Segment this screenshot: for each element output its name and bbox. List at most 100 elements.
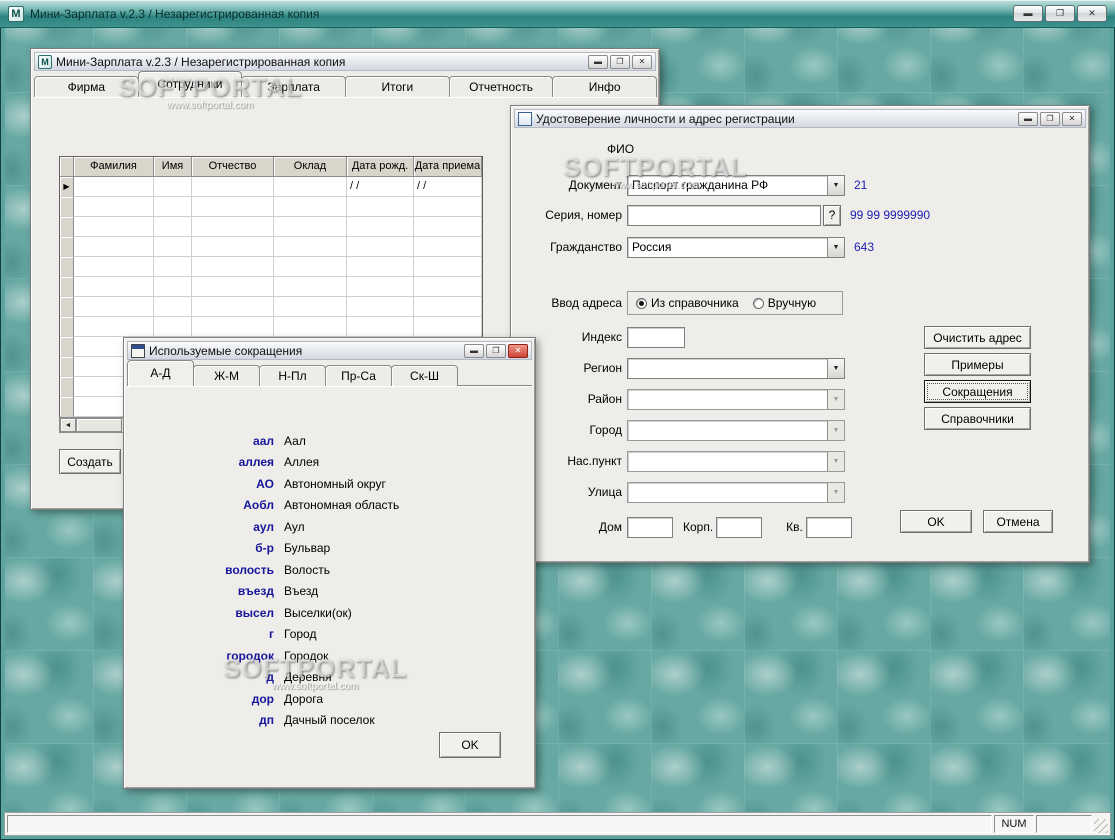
scroll-left-icon[interactable]: ◄	[60, 418, 76, 432]
region-value	[628, 359, 827, 378]
minimize-button[interactable]: ▬	[588, 54, 608, 69]
column-header[interactable]: Имя	[154, 157, 192, 177]
table-cell	[192, 217, 274, 237]
tab-А-Д[interactable]: А-Д	[127, 360, 194, 386]
apartment-input[interactable]	[805, 516, 852, 538]
tab-Зарплата[interactable]: Зарплата	[241, 76, 347, 97]
employees-titlebar[interactable]: M Мини-Зарплата v.2.3 / Незарегистрирова…	[34, 52, 656, 71]
restore-button[interactable]: ❐	[1045, 5, 1075, 22]
tab-Н-Пл[interactable]: Н-Пл	[259, 365, 326, 386]
tab-Ж-М[interactable]: Ж-М	[193, 365, 260, 386]
document-combobox[interactable]: Паспорт гражданина РФ ▼	[627, 174, 845, 196]
chevron-down-icon[interactable]: ▼	[827, 237, 844, 257]
close-button[interactable]: ✕	[1077, 5, 1107, 22]
employees-tabstrip: Фирма Сотрудники Зарплата Итоги Отчетность Ин…	[34, 71, 658, 97]
row-selector-cell	[60, 257, 74, 277]
tab-Отчетность[interactable]: Отчетность	[448, 76, 554, 97]
row-selector-cell	[60, 337, 74, 357]
table-cell	[74, 197, 154, 217]
close-button[interactable]: ✕	[508, 343, 528, 358]
series-number-input[interactable]	[627, 204, 821, 226]
abbreviation-item: дп Дачный поселок	[127, 710, 532, 732]
settlement-row: Нас.пункт ▼	[520, 450, 845, 472]
building-input[interactable]	[716, 516, 763, 538]
minimize-button[interactable]: ▬	[1018, 111, 1038, 126]
building-label: Корп.	[683, 520, 714, 534]
maximize-button[interactable]: ❐	[610, 54, 630, 69]
tab-Итоги[interactable]: Итоги	[345, 76, 450, 97]
table-header-row: Фамилия Имя Отчество Оклад Дата рожд. Дата пр…	[60, 157, 482, 177]
index-input[interactable]	[627, 326, 685, 348]
identity-titlebar[interactable]: Удостоверение личности и адрес регистрац…	[514, 109, 1086, 128]
table-row[interactable]	[60, 277, 482, 297]
maximize-button[interactable]: ❐	[486, 343, 506, 358]
statusbar-panel	[7, 815, 992, 833]
resize-grip-icon[interactable]	[1094, 819, 1108, 833]
table-cell	[414, 297, 482, 317]
column-header[interactable]: Отчество	[192, 157, 274, 177]
employees-window-title: Мини-Зарплата v.2.3 / Незарегистрированн…	[56, 54, 346, 69]
cancel-button[interactable]: Отмена	[983, 510, 1053, 533]
column-header[interactable]: Фамилия	[74, 157, 154, 177]
minimize-button[interactable]: ▬	[1013, 5, 1043, 22]
chevron-down-icon[interactable]: ▼	[827, 175, 844, 195]
desktop: M Мини-Зарплата v.2.3 / Незарегистрирова…	[0, 0, 1115, 840]
radio-manual[interactable]: Вручную	[752, 296, 816, 310]
examples-button[interactable]: Примеры	[924, 353, 1031, 376]
minimize-button[interactable]: ▬	[464, 343, 484, 358]
table-cell	[154, 257, 192, 277]
region-combobox[interactable]: ▼	[627, 357, 845, 379]
column-header[interactable]: Дата рожд.	[347, 157, 414, 177]
table-row[interactable]	[60, 197, 482, 217]
house-input[interactable]	[627, 516, 673, 538]
radio-checked-icon	[636, 297, 647, 309]
abbreviations-button[interactable]: Сокращения	[924, 380, 1031, 403]
table-cell	[274, 317, 347, 337]
table-row[interactable]	[60, 217, 482, 237]
close-button[interactable]: ✕	[1062, 111, 1082, 126]
table-cell	[74, 177, 154, 197]
abbreviation-item: высел Выселки(ок)	[127, 602, 532, 624]
abbreviation-full: Аллея	[284, 455, 320, 470]
radio-from-directory[interactable]: Из справочника	[636, 296, 739, 310]
create-button[interactable]: Создать	[59, 449, 121, 474]
ok-button[interactable]: OK	[900, 510, 972, 533]
clear-address-button[interactable]: Очистить адрес	[924, 326, 1031, 349]
tab-Сотрудники[interactable]: Сотрудники	[137, 71, 243, 97]
column-header[interactable]: Дата приема	[414, 157, 482, 177]
apartment-label: Кв.	[786, 520, 803, 534]
tab-Пр-Са[interactable]: Пр-Са	[325, 365, 392, 386]
table-cell	[274, 217, 347, 237]
window-controls: ▬ ❐ ✕	[586, 54, 652, 69]
tab-Инфо[interactable]: Инфо	[552, 76, 658, 97]
main-titlebar[interactable]: M Мини-Зарплата v.2.3 / Незарегистрирова…	[0, 0, 1115, 28]
tab-Фирма[interactable]: Фирма	[34, 76, 139, 97]
scroll-thumb[interactable]	[76, 418, 122, 432]
citizenship-combobox[interactable]: Россия ▼	[627, 236, 845, 258]
table-row[interactable]: ▶ / / / /	[60, 177, 482, 197]
street-value	[628, 483, 827, 502]
table-row[interactable]	[60, 257, 482, 277]
row-selector-cell	[60, 197, 74, 217]
citizenship-row: Гражданство Россия ▼ 643	[520, 236, 874, 258]
tab-Ск-Ш[interactable]: Ск-Ш	[391, 365, 458, 386]
abbreviations-titlebar[interactable]: Используемые сокращения ▬ ❐ ✕	[127, 341, 532, 360]
table-row[interactable]	[60, 237, 482, 257]
column-header[interactable]: Оклад	[274, 157, 347, 177]
row-selector-cell	[60, 397, 74, 417]
table-cell	[414, 197, 482, 217]
table-cell	[74, 277, 154, 297]
close-button[interactable]: ✕	[632, 54, 652, 69]
maximize-button[interactable]: ❐	[1040, 111, 1060, 126]
row-selector-cell	[60, 217, 74, 237]
chevron-down-icon[interactable]: ▼	[827, 358, 844, 378]
ok-button[interactable]: OK	[439, 732, 501, 758]
abbreviation-item: въезд Въезд	[127, 581, 532, 603]
directories-button[interactable]: Справочники	[924, 407, 1031, 430]
table-row[interactable]	[60, 297, 482, 317]
table-cell	[154, 237, 192, 257]
abbreviation-full: Бульвар	[284, 541, 331, 556]
abbr-tabstrip: А-Д Ж-М Н-Пл Пр-Са Ск-Ш	[127, 360, 532, 386]
table-row[interactable]	[60, 317, 482, 337]
series-help-button[interactable]: ?	[823, 204, 841, 226]
